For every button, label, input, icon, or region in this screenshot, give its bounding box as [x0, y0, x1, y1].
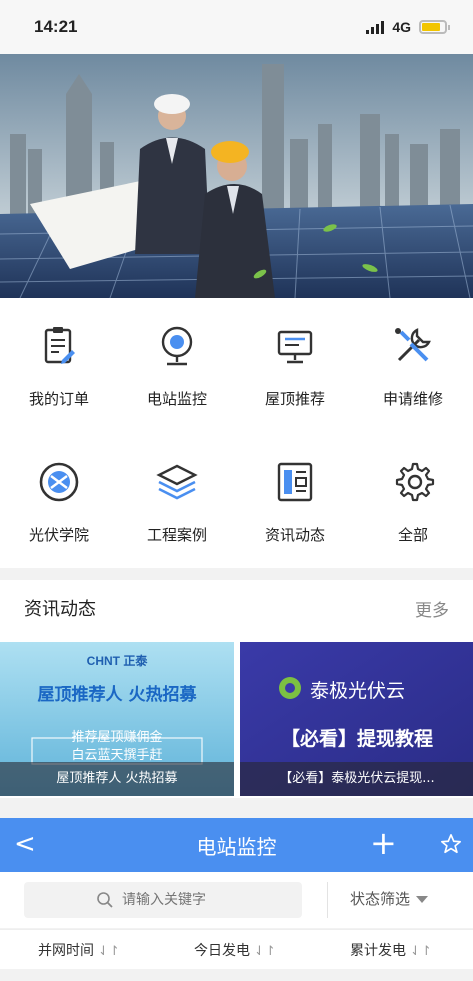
news-icon: [277, 462, 313, 502]
sort-arrows-icon: ⇃↾: [410, 944, 432, 959]
gear-icon: [395, 462, 435, 502]
news-card-brand: 泰极光伏云: [310, 680, 406, 702]
sort-arrows-icon: ⇃↾: [254, 944, 276, 959]
back-button[interactable]: <: [14, 830, 36, 858]
brand-logo: CHNT 正泰: [86, 654, 148, 668]
search-input[interactable]: [122, 892, 282, 908]
grid-item-all[interactable]: 全部: [354, 434, 472, 554]
sort-row: 并网时间 ⇃↾ 今日发电 ⇃↾ 累计发电 ⇃↾: [0, 929, 473, 969]
search-box[interactable]: [24, 882, 302, 918]
banner-image: [0, 54, 473, 298]
function-grid: 我的订单 电站监控 屋顶推荐 申请维修 光伏学院 工程案例 资讯动态 全部: [0, 298, 473, 568]
monitor-icon: [277, 330, 313, 364]
academy-icon: [39, 462, 79, 502]
clipboard-icon: [44, 327, 75, 364]
grid-item-label: 资讯动态: [264, 526, 325, 544]
grid-item-label: 申请维修: [382, 390, 443, 408]
sort-label: 今日发电: [194, 943, 250, 959]
grid-item-label: 我的订单: [28, 390, 89, 408]
news-card-caption: 【必看】泰极光伏云提现...: [240, 762, 473, 796]
news-card-headline: 【必看】提现教程: [280, 728, 433, 750]
status-filter-dropdown[interactable]: 状态筛选: [350, 888, 429, 909]
news-more-link[interactable]: 更多: [415, 596, 449, 621]
hero-banner[interactable]: [0, 54, 473, 298]
divider: [327, 882, 328, 918]
page-title: 电站监控: [196, 834, 277, 859]
chevron-down-icon: [416, 896, 429, 903]
sort-total-generation[interactable]: 累计发电 ⇃↾: [350, 940, 432, 960]
status-filter-label: 状态筛选: [350, 890, 411, 908]
camera-icon: [161, 326, 193, 366]
grid-item-news[interactable]: 资讯动态: [236, 434, 354, 554]
network-label: 4G: [392, 19, 411, 35]
sort-label: 并网时间: [38, 943, 94, 959]
layers-icon: [156, 464, 198, 500]
grid-item-apply-repair[interactable]: 申请维修: [354, 298, 472, 418]
status-time: 14:21: [34, 17, 78, 36]
tools-icon: [395, 328, 431, 362]
news-card[interactable]: 泰极光伏云 【必看】提现教程 【必看】泰极光伏云提现...: [240, 642, 473, 796]
grid-item-pv-academy[interactable]: 光伏学院: [0, 434, 118, 554]
sort-today-generation[interactable]: 今日发电 ⇃↾: [194, 940, 276, 960]
signal-icon: [366, 20, 385, 34]
search-icon: [97, 892, 113, 908]
news-card-subline: 白云蓝天撰手赶: [71, 748, 163, 763]
star-icon[interactable]: [440, 833, 462, 855]
status-bar: 14:21 4G: [0, 0, 473, 54]
news-card[interactable]: CHNT 正泰 屋顶推荐人 火热招募 推荐屋顶赚佣金 白云蓝天撰手赶 屋顶推荐人…: [0, 642, 234, 796]
grid-item-label: 全部: [397, 526, 428, 544]
sort-grid-time[interactable]: 并网时间 ⇃↾: [38, 940, 120, 960]
news-card-caption: 屋顶推荐人 火热招募: [0, 762, 234, 796]
grid-item-roof-recommend[interactable]: 屋顶推荐: [236, 298, 354, 418]
grid-item-label: 屋顶推荐: [264, 390, 325, 408]
news-card-headline: 屋顶推荐人 火热招募: [37, 685, 197, 705]
grid-item-label: 工程案例: [146, 526, 207, 544]
search-row: 状态筛选: [0, 872, 473, 928]
sort-label: 累计发电: [350, 943, 406, 959]
grid-item-project-cases[interactable]: 工程案例: [118, 434, 236, 554]
sort-arrows-icon: ⇃↾: [98, 944, 120, 959]
news-card-subline: 推荐屋顶赚佣金: [71, 730, 163, 745]
news-section: 资讯动态 更多 CHNT 正泰 屋顶推荐人 火热招募 推荐屋顶赚佣金 白云蓝天撰…: [0, 580, 473, 798]
grid-item-my-orders[interactable]: 我的订单: [0, 298, 118, 418]
grid-item-station-monitor[interactable]: 电站监控: [118, 298, 236, 418]
battery-icon: [419, 20, 450, 34]
station-monitor-navbar: < 电站监控 +: [0, 818, 473, 872]
grid-item-label: 电站监控: [146, 390, 207, 408]
grid-item-label: 光伏学院: [28, 526, 89, 544]
news-section-title: 资讯动态: [24, 599, 96, 620]
add-button[interactable]: +: [370, 826, 397, 860]
